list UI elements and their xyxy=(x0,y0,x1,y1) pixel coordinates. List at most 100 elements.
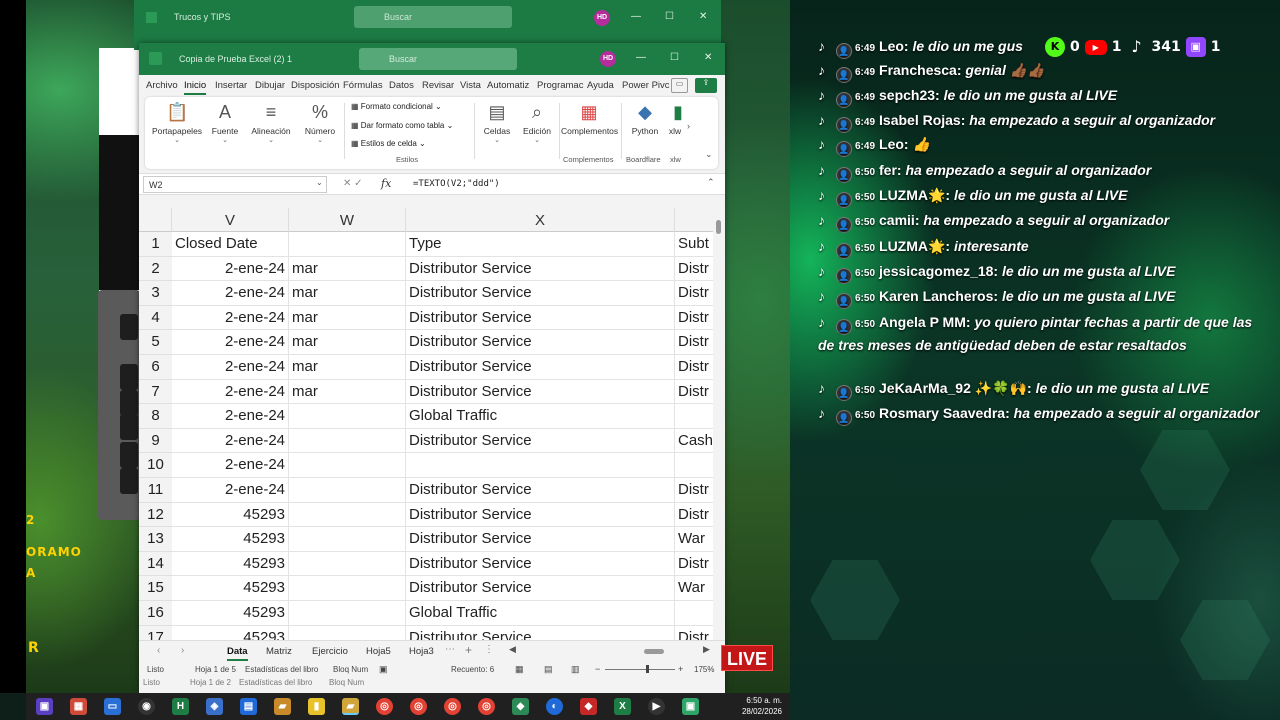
cell-v[interactable]: 2-ene-24 xyxy=(172,330,289,355)
alineacion-button[interactable]: ≡ Alineación ⌄ xyxy=(247,101,295,144)
minimize-icon[interactable]: — xyxy=(631,11,641,22)
tab-revisar[interactable]: Revisar xyxy=(422,80,454,91)
cell-v[interactable]: 2-ene-24 xyxy=(172,256,289,282)
select-all-corner[interactable] xyxy=(139,208,172,232)
chrome-icon[interactable]: ◎ xyxy=(410,698,427,715)
row-header[interactable]: 16 xyxy=(139,601,172,626)
row-header[interactable]: 10 xyxy=(139,453,172,478)
cell-w[interactable]: mar xyxy=(289,379,406,405)
row-header[interactable]: 11 xyxy=(139,478,172,503)
cell-v[interactable]: 2-ene-24 xyxy=(172,379,289,405)
cell-x[interactable]: Distributor Service xyxy=(406,281,675,306)
cell-x[interactable]: Distributor Service xyxy=(406,625,675,640)
edge-icon[interactable]: ◐ xyxy=(546,698,563,715)
tab-power-pivot[interactable]: Power Pivc xyxy=(622,80,670,91)
hscroll-left-icon[interactable]: ◀ xyxy=(509,644,516,655)
normal-view-icon[interactable]: ▦ xyxy=(515,664,524,675)
record-icon[interactable]: ◉ xyxy=(138,698,155,715)
cell-v[interactable]: 2-ene-24 xyxy=(172,453,289,478)
add-sheet-icon[interactable]: + xyxy=(465,643,472,657)
column-header-w[interactable]: W xyxy=(289,208,406,232)
python-button[interactable]: ◆ Python xyxy=(627,101,663,136)
chrome-icon[interactable]: ◎ xyxy=(444,698,461,715)
cell-x[interactable]: Distributor Service xyxy=(406,330,675,355)
cell-v[interactable]: 45293 xyxy=(172,625,289,640)
cell-x[interactable] xyxy=(406,453,675,478)
share-icon[interactable]: ⇪ xyxy=(695,78,717,93)
comments-icon[interactable]: ▭ xyxy=(671,78,688,93)
cell-w[interactable] xyxy=(289,576,406,601)
cell-w[interactable] xyxy=(289,232,406,257)
tab-vista[interactable]: Vista xyxy=(460,80,481,91)
cell-x[interactable]: Global Traffic xyxy=(406,404,675,429)
row-header[interactable]: 14 xyxy=(139,551,172,577)
back-search-box[interactable]: Buscar xyxy=(354,6,512,28)
cell-v[interactable]: 45293 xyxy=(172,551,289,577)
file-explorer-icon[interactable]: ▰ xyxy=(342,698,359,715)
row-header[interactable]: 3 xyxy=(139,281,172,306)
horizontal-scroll-thumb[interactable] xyxy=(644,649,664,654)
sheet-tab-ejercicio[interactable]: Ejercicio xyxy=(312,646,348,657)
formula-input[interactable]: =TEXTO(V2;"ddd") xyxy=(413,179,500,189)
avatar[interactable]: HD xyxy=(594,10,610,26)
zoom-out-icon[interactable]: − xyxy=(595,664,600,674)
folder-icon[interactable]: ▰ xyxy=(274,698,291,715)
close-icon[interactable]: ✕ xyxy=(699,11,707,22)
tab-archivo[interactable]: Archivo xyxy=(146,80,178,91)
row-header[interactable]: 7 xyxy=(139,379,172,405)
cell-v[interactable]: 45293 xyxy=(172,527,289,552)
close-icon[interactable]: ✕ xyxy=(704,52,712,63)
fuente-button[interactable]: A Fuente ⌄ xyxy=(207,101,243,144)
cell-v[interactable]: Closed Date xyxy=(172,232,289,257)
cell-x[interactable]: Distributor Service xyxy=(406,379,675,405)
numero-button[interactable]: % Número ⌄ xyxy=(299,101,341,144)
office-icon[interactable]: ◈ xyxy=(206,698,223,715)
cell-w[interactable]: mar xyxy=(289,355,406,380)
formula-buttons[interactable]: ✕ ✓ xyxy=(343,178,363,189)
tab-disposicion[interactable]: Disposición xyxy=(291,80,340,91)
row-header[interactable]: 5 xyxy=(139,330,172,355)
cell-v[interactable]: 2-ene-24 xyxy=(172,355,289,380)
name-box[interactable]: W2 xyxy=(143,176,327,193)
accessibility-icon[interactable]: ▣ xyxy=(379,664,388,675)
row-header[interactable]: 4 xyxy=(139,305,172,331)
row-header[interactable]: 2 xyxy=(139,256,172,282)
tab-ayuda[interactable]: Ayuda xyxy=(587,80,614,91)
cell-v[interactable]: 2-ene-24 xyxy=(172,281,289,306)
maximize-icon[interactable]: ☐ xyxy=(670,52,679,63)
maximize-icon[interactable]: ☐ xyxy=(665,11,674,22)
sheet-tab-data[interactable]: Data xyxy=(227,646,248,661)
tab-insertar[interactable]: Insertar xyxy=(215,80,247,91)
tab-dibujar[interactable]: Dibujar xyxy=(255,80,285,91)
dar-formato-tabla-button[interactable]: ▦ Dar formato como tabla ⌄ xyxy=(351,121,453,130)
cell-v[interactable]: 2-ene-24 xyxy=(172,478,289,503)
cell-w[interactable]: mar xyxy=(289,256,406,282)
cell-x[interactable]: Distributor Service xyxy=(406,551,675,577)
cell-x[interactable]: Distributor Service xyxy=(406,428,675,454)
cell-x[interactable]: Distributor Service xyxy=(406,305,675,331)
row-header[interactable]: 9 xyxy=(139,428,172,454)
tab-inicio[interactable]: Inicio xyxy=(184,80,207,95)
cell-w[interactable] xyxy=(289,428,406,454)
cell-w[interactable] xyxy=(289,404,406,429)
chevron-down-icon[interactable]: ⌄ xyxy=(316,178,323,187)
row-header[interactable]: 1 xyxy=(139,232,172,257)
row-header[interactable]: 6 xyxy=(139,355,172,380)
clock[interactable]: 6:50 a. m. 28/02/2026 xyxy=(742,695,782,717)
cell-w[interactable] xyxy=(289,453,406,478)
cell-x[interactable]: Global Traffic xyxy=(406,601,675,626)
chrome-icon[interactable]: ◎ xyxy=(478,698,495,715)
outlook-icon[interactable]: ▤ xyxy=(240,698,257,715)
page-break-icon[interactable]: ▥ xyxy=(571,664,580,675)
zoom-in-icon[interactable]: + xyxy=(678,664,683,674)
play-icon[interactable]: ▶ xyxy=(648,698,665,715)
zoom-slider-thumb[interactable] xyxy=(646,665,649,673)
sheet-options-icon[interactable]: ⋮ xyxy=(484,644,494,655)
vertical-scrollbar[interactable] xyxy=(713,208,725,640)
cell-x[interactable]: Distributor Service xyxy=(406,478,675,503)
cell-w[interactable]: mar xyxy=(289,330,406,355)
column-header-x[interactable]: X xyxy=(406,208,675,232)
cell-v[interactable]: 45293 xyxy=(172,502,289,528)
cell-v[interactable]: 2-ene-24 xyxy=(172,428,289,454)
cell-w[interactable] xyxy=(289,625,406,640)
